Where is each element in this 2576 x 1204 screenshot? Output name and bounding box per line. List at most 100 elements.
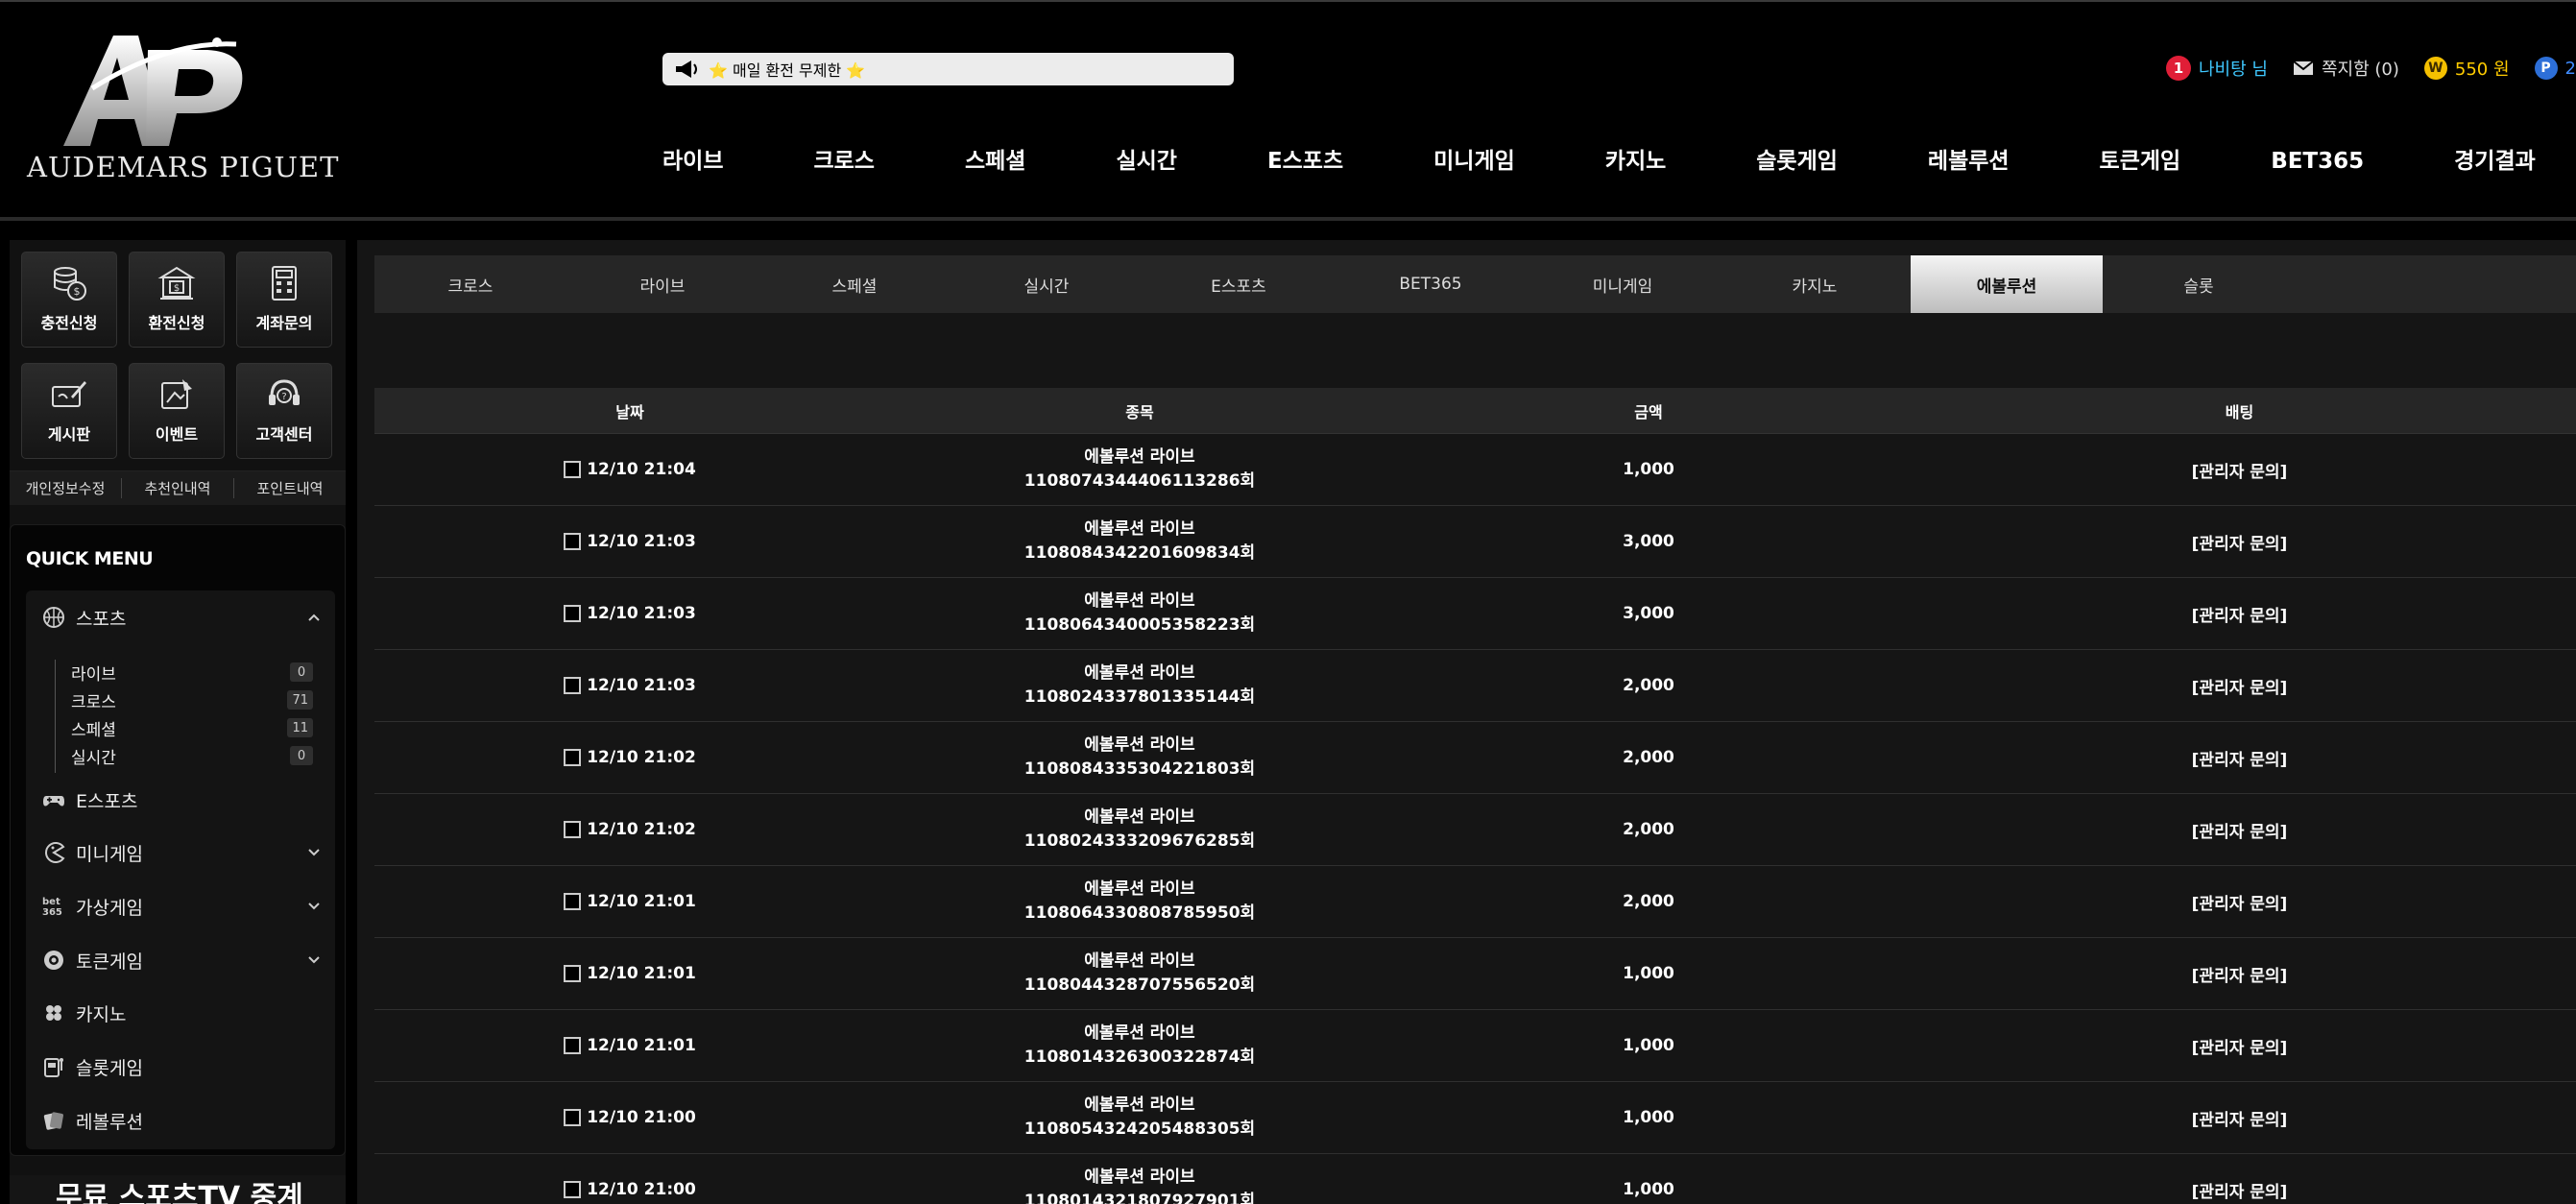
user-nickname-link[interactable]: 1 나비탕 님 bbox=[2166, 56, 2268, 81]
bet-date: 12/10 21:01 bbox=[587, 964, 696, 983]
sub-live[interactable]: 라이브 0 bbox=[71, 660, 313, 685]
menu-minigame[interactable]: 미니게임 bbox=[41, 835, 143, 870]
nav-cross[interactable]: 크로스 bbox=[813, 144, 874, 179]
chevron-down-icon[interactable] bbox=[306, 845, 322, 860]
sports-tv-banner[interactable]: 무료 스포츠TV 중계 bbox=[10, 1175, 346, 1204]
cards-icon bbox=[41, 1108, 66, 1133]
points-link[interactable]: P 200 bbox=[2534, 57, 2576, 80]
megaphone-icon bbox=[672, 58, 701, 81]
tab-bet365[interactable]: BET365 bbox=[1335, 255, 1527, 313]
sub-cross[interactable]: 크로스 71 bbox=[71, 687, 313, 712]
nav-results[interactable]: 경기결과 bbox=[2454, 144, 2536, 179]
bet-amount: 2,000 bbox=[1623, 748, 1674, 767]
tab-realtime[interactable]: 실시간 bbox=[951, 255, 1143, 313]
nav-special[interactable]: 스페셜 bbox=[965, 144, 1025, 179]
tab-special[interactable]: 스페셜 bbox=[758, 255, 951, 313]
game-cell: 에볼루션 라이브 1108014321807927901회 bbox=[885, 1166, 1394, 1204]
nav-casino[interactable]: 카지노 bbox=[1605, 144, 1666, 179]
admin-inquiry-link[interactable]: [관리자 문의] bbox=[2192, 751, 2288, 770]
admin-inquiry-link[interactable]: [관리자 문의] bbox=[2192, 1111, 2288, 1130]
messages-link[interactable]: 쪽지함 (0) bbox=[2293, 56, 2399, 81]
admin-inquiry-link[interactable]: [관리자 문의] bbox=[2192, 1039, 2288, 1058]
game-name: 에볼루션 라이브 bbox=[1084, 1168, 1195, 1187]
menu-casino-label: 카지노 bbox=[76, 1003, 127, 1025]
row-checkbox[interactable] bbox=[564, 965, 582, 982]
nav-token-game[interactable]: 토큰게임 bbox=[2100, 144, 2181, 179]
bet-action-cell: [관리자 문의] bbox=[1903, 746, 2576, 770]
sub-special-count: 11 bbox=[287, 718, 313, 737]
nav-minigame[interactable]: 미니게임 bbox=[1433, 144, 1515, 179]
deposit-button[interactable]: $ 충전신청 bbox=[21, 252, 117, 348]
menu-esports-label: E스포츠 bbox=[76, 790, 138, 812]
withdraw-button[interactable]: $ 환전신청 bbox=[129, 252, 225, 348]
tab-esports[interactable]: E스포츠 bbox=[1143, 255, 1335, 313]
menu-revolution[interactable]: 레볼루션 bbox=[41, 1103, 143, 1138]
admin-inquiry-link[interactable]: [관리자 문의] bbox=[2192, 895, 2288, 914]
date-cell: 12/10 21:02 bbox=[374, 748, 885, 767]
tab-casino[interactable]: 카지노 bbox=[1719, 255, 1911, 313]
quick-menu-title: QUICK MENU bbox=[26, 548, 154, 569]
points-history-link[interactable]: 포인트내역 bbox=[234, 478, 346, 498]
row-checkbox[interactable] bbox=[564, 1109, 582, 1126]
nav-bet365[interactable]: BET365 bbox=[2271, 144, 2364, 179]
menu-casino[interactable]: 카지노 bbox=[41, 996, 126, 1030]
row-checkbox[interactable] bbox=[564, 605, 582, 622]
event-button[interactable]: 이벤트 bbox=[129, 363, 225, 459]
tab-minigame[interactable]: 미니게임 bbox=[1527, 255, 1719, 313]
tab-slot[interactable]: 슬롯 bbox=[2103, 255, 2295, 313]
menu-sports[interactable]: 스포츠 bbox=[41, 600, 126, 635]
tab-cross[interactable]: 크로스 bbox=[374, 255, 566, 313]
table-header: 날짜 종목 금액 배팅 bbox=[374, 388, 2576, 434]
bet-action-cell: [관리자 문의] bbox=[1903, 818, 2576, 842]
tab-evolution[interactable]: 에볼루션 bbox=[1911, 255, 2103, 313]
admin-inquiry-link[interactable]: [관리자 문의] bbox=[2192, 967, 2288, 986]
chevron-up-icon[interactable] bbox=[306, 610, 322, 625]
admin-inquiry-link[interactable]: [관리자 문의] bbox=[2192, 679, 2288, 698]
sub-special[interactable]: 스페셜 11 bbox=[71, 715, 313, 740]
game-name: 에볼루션 라이브 bbox=[1084, 519, 1195, 539]
menu-slot[interactable]: 슬롯게임 bbox=[41, 1049, 143, 1084]
admin-inquiry-link[interactable]: [관리자 문의] bbox=[2192, 607, 2288, 626]
row-checkbox[interactable] bbox=[564, 461, 582, 478]
nav-esports[interactable]: E스포츠 bbox=[1267, 144, 1343, 179]
nav-slot[interactable]: 슬롯게임 bbox=[1756, 144, 1838, 179]
account-inquiry-button[interactable]: 계좌문의 bbox=[236, 252, 332, 348]
menu-esports[interactable]: E스포츠 bbox=[41, 783, 137, 817]
pacman-icon bbox=[41, 840, 66, 865]
menu-token[interactable]: 토큰게임 bbox=[41, 943, 143, 977]
row-checkbox[interactable] bbox=[564, 821, 582, 838]
chevron-down-icon[interactable] bbox=[306, 952, 322, 968]
nav-revolution[interactable]: 레볼루션 bbox=[1928, 144, 2010, 179]
table-row: 12/10 21:04 에볼루션 라이브 1108074344406113286회 1… bbox=[374, 434, 2576, 506]
row-checkbox[interactable] bbox=[564, 893, 582, 910]
sub-realtime[interactable]: 실시간 0 bbox=[71, 743, 313, 768]
tab-live[interactable]: 라이브 bbox=[566, 255, 758, 313]
row-checkbox[interactable] bbox=[564, 677, 582, 694]
row-checkbox[interactable] bbox=[564, 749, 582, 766]
bet-action-cell: [관리자 문의] bbox=[1903, 890, 2576, 914]
nav-live[interactable]: 라이브 bbox=[662, 144, 723, 179]
board-button[interactable]: 게시판 bbox=[21, 363, 117, 459]
support-label: 고객센터 bbox=[255, 425, 313, 444]
menu-virtual[interactable]: bet 365 가상게임 bbox=[41, 889, 143, 924]
support-button[interactable]: ? 고객센터 bbox=[236, 363, 332, 459]
game-round: 1108064330808785950회 bbox=[1023, 903, 1256, 923]
admin-inquiry-link[interactable]: [관리자 문의] bbox=[2192, 1183, 2288, 1202]
row-checkbox[interactable] bbox=[564, 1037, 582, 1054]
admin-inquiry-link[interactable]: [관리자 문의] bbox=[2192, 823, 2288, 842]
row-checkbox[interactable] bbox=[564, 533, 582, 550]
money-link[interactable]: W 550 원 bbox=[2423, 56, 2510, 81]
admin-inquiry-link[interactable]: [관리자 문의] bbox=[2192, 463, 2288, 482]
edit-profile-link[interactable]: 개인정보수정 bbox=[10, 478, 122, 498]
row-checkbox[interactable] bbox=[564, 1181, 582, 1198]
quick-menu: QUICK MENU 스포츠 라이브 0 크로스 71 스페셜 11 실시간 0 E스포… bbox=[10, 524, 346, 1156]
chevron-down-icon[interactable] bbox=[306, 899, 322, 914]
won-coin-icon: W bbox=[2423, 57, 2447, 80]
referral-history-link[interactable]: 추천인내역 bbox=[122, 478, 234, 498]
bet-amount: 1,000 bbox=[1623, 1036, 1674, 1055]
admin-inquiry-link[interactable]: [관리자 문의] bbox=[2192, 535, 2288, 554]
nav-realtime[interactable]: 실시간 bbox=[1116, 144, 1176, 179]
date-cell: 12/10 21:03 bbox=[374, 532, 885, 551]
logo[interactable]: AUDEMARS PIGUET bbox=[27, 31, 338, 194]
bet-amount: 3,000 bbox=[1623, 604, 1674, 623]
